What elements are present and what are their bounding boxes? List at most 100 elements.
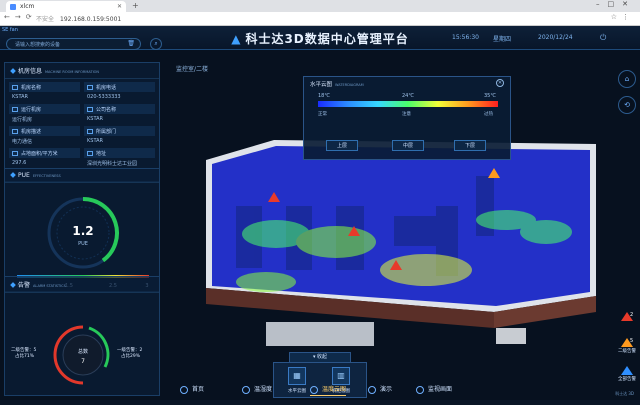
room-info-field: 所属部门 KSTAR [84,126,155,146]
alarm-level1-pct: 占比29% [121,352,141,359]
field-value: KSTAR [12,94,29,100]
tick-low: 18℃ [318,93,330,99]
cloud-icon [310,385,318,394]
temperature-scale [318,101,498,107]
tick-label-hot: 过热 [484,112,493,117]
heat-map-title: 水平云图 WATERDIAGRAM [310,82,364,88]
pue-panel: PUEEFFECTIVENESS 1.2 PUE 01.52.53 [4,168,160,292]
field-icon [87,129,93,134]
field-icon [87,151,93,156]
field-label: 地址 [84,148,155,158]
trash-icon[interactable]: 🗑 [127,40,135,47]
field-label: 公司名称 [84,104,155,114]
field-value: 电力通信 [12,139,33,145]
app-root: SE fan ▲ 科士达3D数据中心管理平台 15:56:30 星期四 2020/… [0,26,640,400]
field-value: 297.6 [12,160,27,166]
view-control-icon[interactable]: ⌂ [618,70,636,88]
layer-upper-button[interactable]: 上层 [326,140,358,151]
field-label: 机房电话 [84,82,155,92]
nav-heatmap[interactable]: 温度云图 [310,383,347,396]
alarm-panel: 告警 ALARM STATISTICS 总数 7 二级告警：5 占比71% 一级告… [4,276,160,396]
page-title: ▲ 科士达3D数据中心管理平台 [200,30,440,47]
footer-text: 科士达 3D [615,391,634,396]
tick-label-normal: 正常 [318,112,327,117]
alarm-total-label: 总数 [78,348,88,355]
field-icon [87,85,93,90]
alarm-level1-item[interactable]: 2 [616,312,638,322]
field-icon [12,107,18,112]
logo: SE fan [2,27,18,33]
nav-demo[interactable]: 演示 [368,383,392,396]
tab-title: xlcm [20,3,35,10]
collapse-button[interactable]: ▾ 收起 [289,352,351,362]
search-placeholder: 请输入想搜索的设备 [15,42,61,48]
field-label: 运行机房 [9,104,80,114]
field-icon [87,107,93,112]
home-icon [180,385,188,394]
room-info-field: 机房电话 020-5333333 [84,82,155,102]
search-button[interactable]: ⌕ [150,38,162,50]
insecure-label: 不安全 [36,16,55,23]
field-label: 机房名称 [9,82,80,92]
url-field[interactable]: 不安全 192.168.0.159:5001 [36,14,121,23]
pue-value: 1.2 [72,224,93,238]
alarm-ring-chart: 总数 7 二级告警：5 占比71% 一级告警：2 占比29% [11,325,142,385]
logout-icon[interactable]: ⏻ [600,33,606,43]
field-icon [12,151,18,156]
machine-cabinet [266,322,374,346]
tick-label-warn: 注意 [402,112,411,117]
room-info-field: 机房描述 电力通信 [9,126,80,146]
nav-buttons[interactable]: ←→⟳ [4,13,37,21]
field-value: KSTAR [87,116,104,122]
room-info-panel: 机房信息 MACHINE ROOM INFORMATION 机房名称 KSTAR 机房… [4,62,160,182]
rotate-icon[interactable]: ⟲ [618,96,636,114]
room-info-grid: 机房名称 KSTAR 机房电话 020-5333333 运行机房 运行机房 公司名称 KSTA… [5,79,159,171]
alarm-title: 告警 ALARM STATISTICS [5,277,159,293]
alarm-quick-list: 2 5 二级告警 全部告警 [616,312,638,396]
field-value: 运行机房 [12,117,33,123]
browser-tabstrip: xlcm ✕ + –□✕ [0,0,640,12]
thermometer-icon [242,385,250,394]
field-label: 机房描述 [9,126,80,136]
weekday: 星期四 [493,36,512,43]
new-tab-icon[interactable]: + [132,1,139,10]
url-text: 192.168.0.159:5001 [60,16,122,23]
room-info-field: 机房名称 KSTAR [9,82,80,102]
field-value: 深圳光明科士达工业园 [87,161,138,167]
date: 2020/12/24 [538,34,573,41]
alarm-level2-item[interactable]: 5 二级告警 [616,338,638,354]
heat-panel-close-button[interactable]: ✕ [496,79,504,87]
pue-gauge: 1.2 PUE 01.52.53 [17,197,149,289]
field-icon [12,129,18,134]
play-icon [368,385,376,394]
nav-monitor[interactable]: 监视画面 [416,383,452,396]
tick-mid: 24℃ [402,93,414,99]
clock-time: 15:56:30 [452,34,479,41]
heat-map-panel: 水平云图 WATERDIAGRAM ✕ 18℃ 24℃ 35℃ 正常 注意 过热 … [303,76,511,160]
favicon-icon [10,4,16,10]
monitor-icon [416,385,424,394]
layer-lower-button[interactable]: 下层 [454,140,486,151]
tab-close-icon[interactable]: ✕ [117,1,122,12]
browser-tab[interactable]: xlcm ✕ [6,1,126,12]
room-info-field: 地址深圳光明科士达工业园 [84,148,155,168]
nav-temp-humidity[interactable]: 温湿度 [242,383,272,396]
address-bar: ←→⟳ 不安全 192.168.0.159:5001 ☆⋮ [0,12,640,26]
window-controls[interactable]: –□✕ [596,0,636,8]
nav-home[interactable]: 首页 [180,383,204,396]
field-label: 所属部门 [84,126,155,136]
page-title-text: 科士达3D数据中心管理平台 [245,32,409,46]
field-icon [12,85,18,90]
browser-menu-icon[interactable]: ☆⋮ [611,13,634,21]
field-value: 020-5333333 [87,94,121,100]
alarm-level1-label: 一级告警：2 [117,346,142,353]
room-info-field: 运行机房 运行机房 [9,104,80,124]
alarm-total: 7 [81,358,85,365]
alarm-all-item[interactable]: 全部告警 [616,366,638,382]
layer-middle-button[interactable]: 中层 [392,140,424,151]
room-info-title: 机房信息 MACHINE ROOM INFORMATION [5,63,159,79]
room-info-field: 占地面积/平方米 297.6 [9,148,80,168]
room-info-field: 公司名称 KSTAR [84,104,155,124]
brand-icon: ▲ [231,32,242,46]
search-input[interactable]: 请输入想搜索的设备 🗑 [6,38,141,50]
